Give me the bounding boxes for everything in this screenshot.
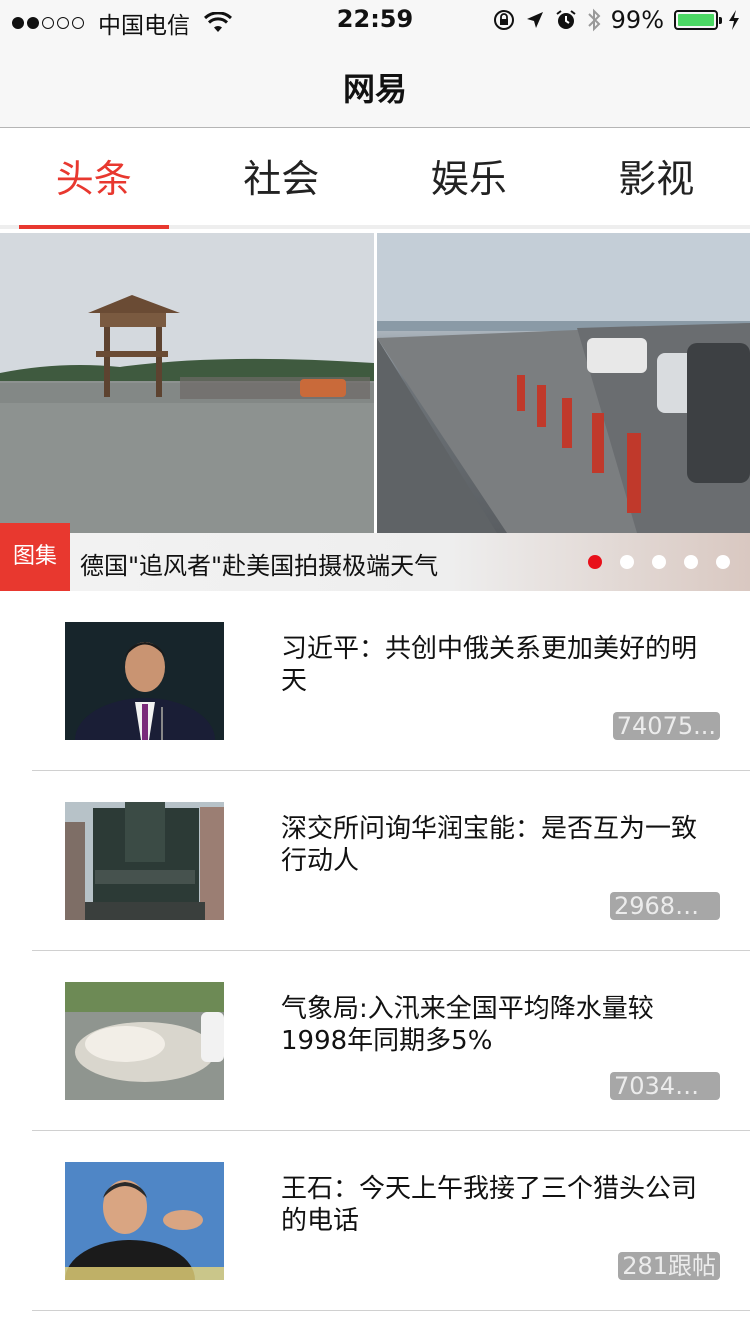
location-arrow-icon <box>526 12 543 28</box>
page-title: 网易 <box>342 70 407 108</box>
news-item[interactable]: 气象局:入汛来全国平均降水量较1998年同期多5% 7034跟帖 <box>0 951 750 1131</box>
channel-tabs: 头条 社会 娱乐 影视 <box>0 129 750 229</box>
page-dot[interactable] <box>684 555 698 569</box>
carousel-caption-bar: 图集 德国"追风者"赴美国拍摄极端天气 <box>0 523 750 591</box>
news-title: 王石：今天上午我接了三个猎头公司的电话 <box>281 1174 698 1236</box>
bluetooth-icon <box>587 8 601 32</box>
divider <box>32 1310 750 1311</box>
reply-count-badge: 2968跟帖 <box>610 892 720 920</box>
news-item[interactable]: 王石：今天上午我接了三个猎头公司的电话 281跟帖 <box>0 1131 750 1311</box>
news-title: 深交所问询华润宝能：是否互为一致行动人 <box>281 814 698 876</box>
page-dot[interactable] <box>620 555 634 569</box>
carousel-photo-flooded-road <box>377 233 750 533</box>
alarm-icon <box>556 10 576 29</box>
news-thumbnail <box>65 802 224 920</box>
news-thumbnail <box>65 1162 224 1280</box>
tab-shehui[interactable]: 社会 <box>188 129 376 225</box>
news-list: 习近平：共创中俄关系更加美好的明天 74075... 深交所问询华润宝能：是否互… <box>0 591 750 1311</box>
news-item[interactable]: 深交所问询华润宝能：是否互为一致行动人 2968跟帖 <box>0 771 750 951</box>
page-dot[interactable] <box>716 555 730 569</box>
reply-count-badge: 74075... <box>612 712 720 740</box>
news-title: 气象局:入汛来全国平均降水量较1998年同期多5% <box>281 994 654 1056</box>
charging-bolt-icon <box>729 10 739 30</box>
carousel-photo-flooded-pavilion <box>0 233 374 533</box>
news-thumbnail <box>65 982 224 1100</box>
page-dot[interactable] <box>588 555 602 569</box>
battery-tip <box>719 17 722 24</box>
news-item[interactable]: 习近平：共创中俄关系更加美好的明天 74075... <box>0 591 750 771</box>
page-dot[interactable] <box>652 555 666 569</box>
tab-yule[interactable]: 娱乐 <box>375 129 563 225</box>
news-title: 习近平：共创中俄关系更加美好的明天 <box>281 634 698 696</box>
reply-count-badge: 7034跟帖 <box>610 1072 720 1100</box>
headline-carousel[interactable]: 图集 德国"追风者"赴美国拍摄极端天气 <box>0 233 750 591</box>
tab-toutiao[interactable]: 头条 <box>0 129 188 229</box>
gallery-badge: 图集 <box>0 523 70 591</box>
carousel-caption[interactable]: 德国"追风者"赴美国拍摄极端天气 <box>80 546 438 581</box>
status-right: 99% <box>493 6 740 34</box>
navigation-bar: 网易 <box>0 40 750 128</box>
reply-count-badge: 281跟帖 <box>618 1252 720 1280</box>
news-thumbnail <box>65 622 224 740</box>
orientation-lock-icon <box>493 10 514 30</box>
page-indicator <box>588 555 730 569</box>
tab-yingshi[interactable]: 影视 <box>563 129 750 225</box>
status-bar: 中国电信 22:59 99% <box>0 0 750 40</box>
battery-percent: 99% <box>610 6 664 34</box>
battery-icon <box>674 10 722 30</box>
battery-fill <box>678 14 714 26</box>
